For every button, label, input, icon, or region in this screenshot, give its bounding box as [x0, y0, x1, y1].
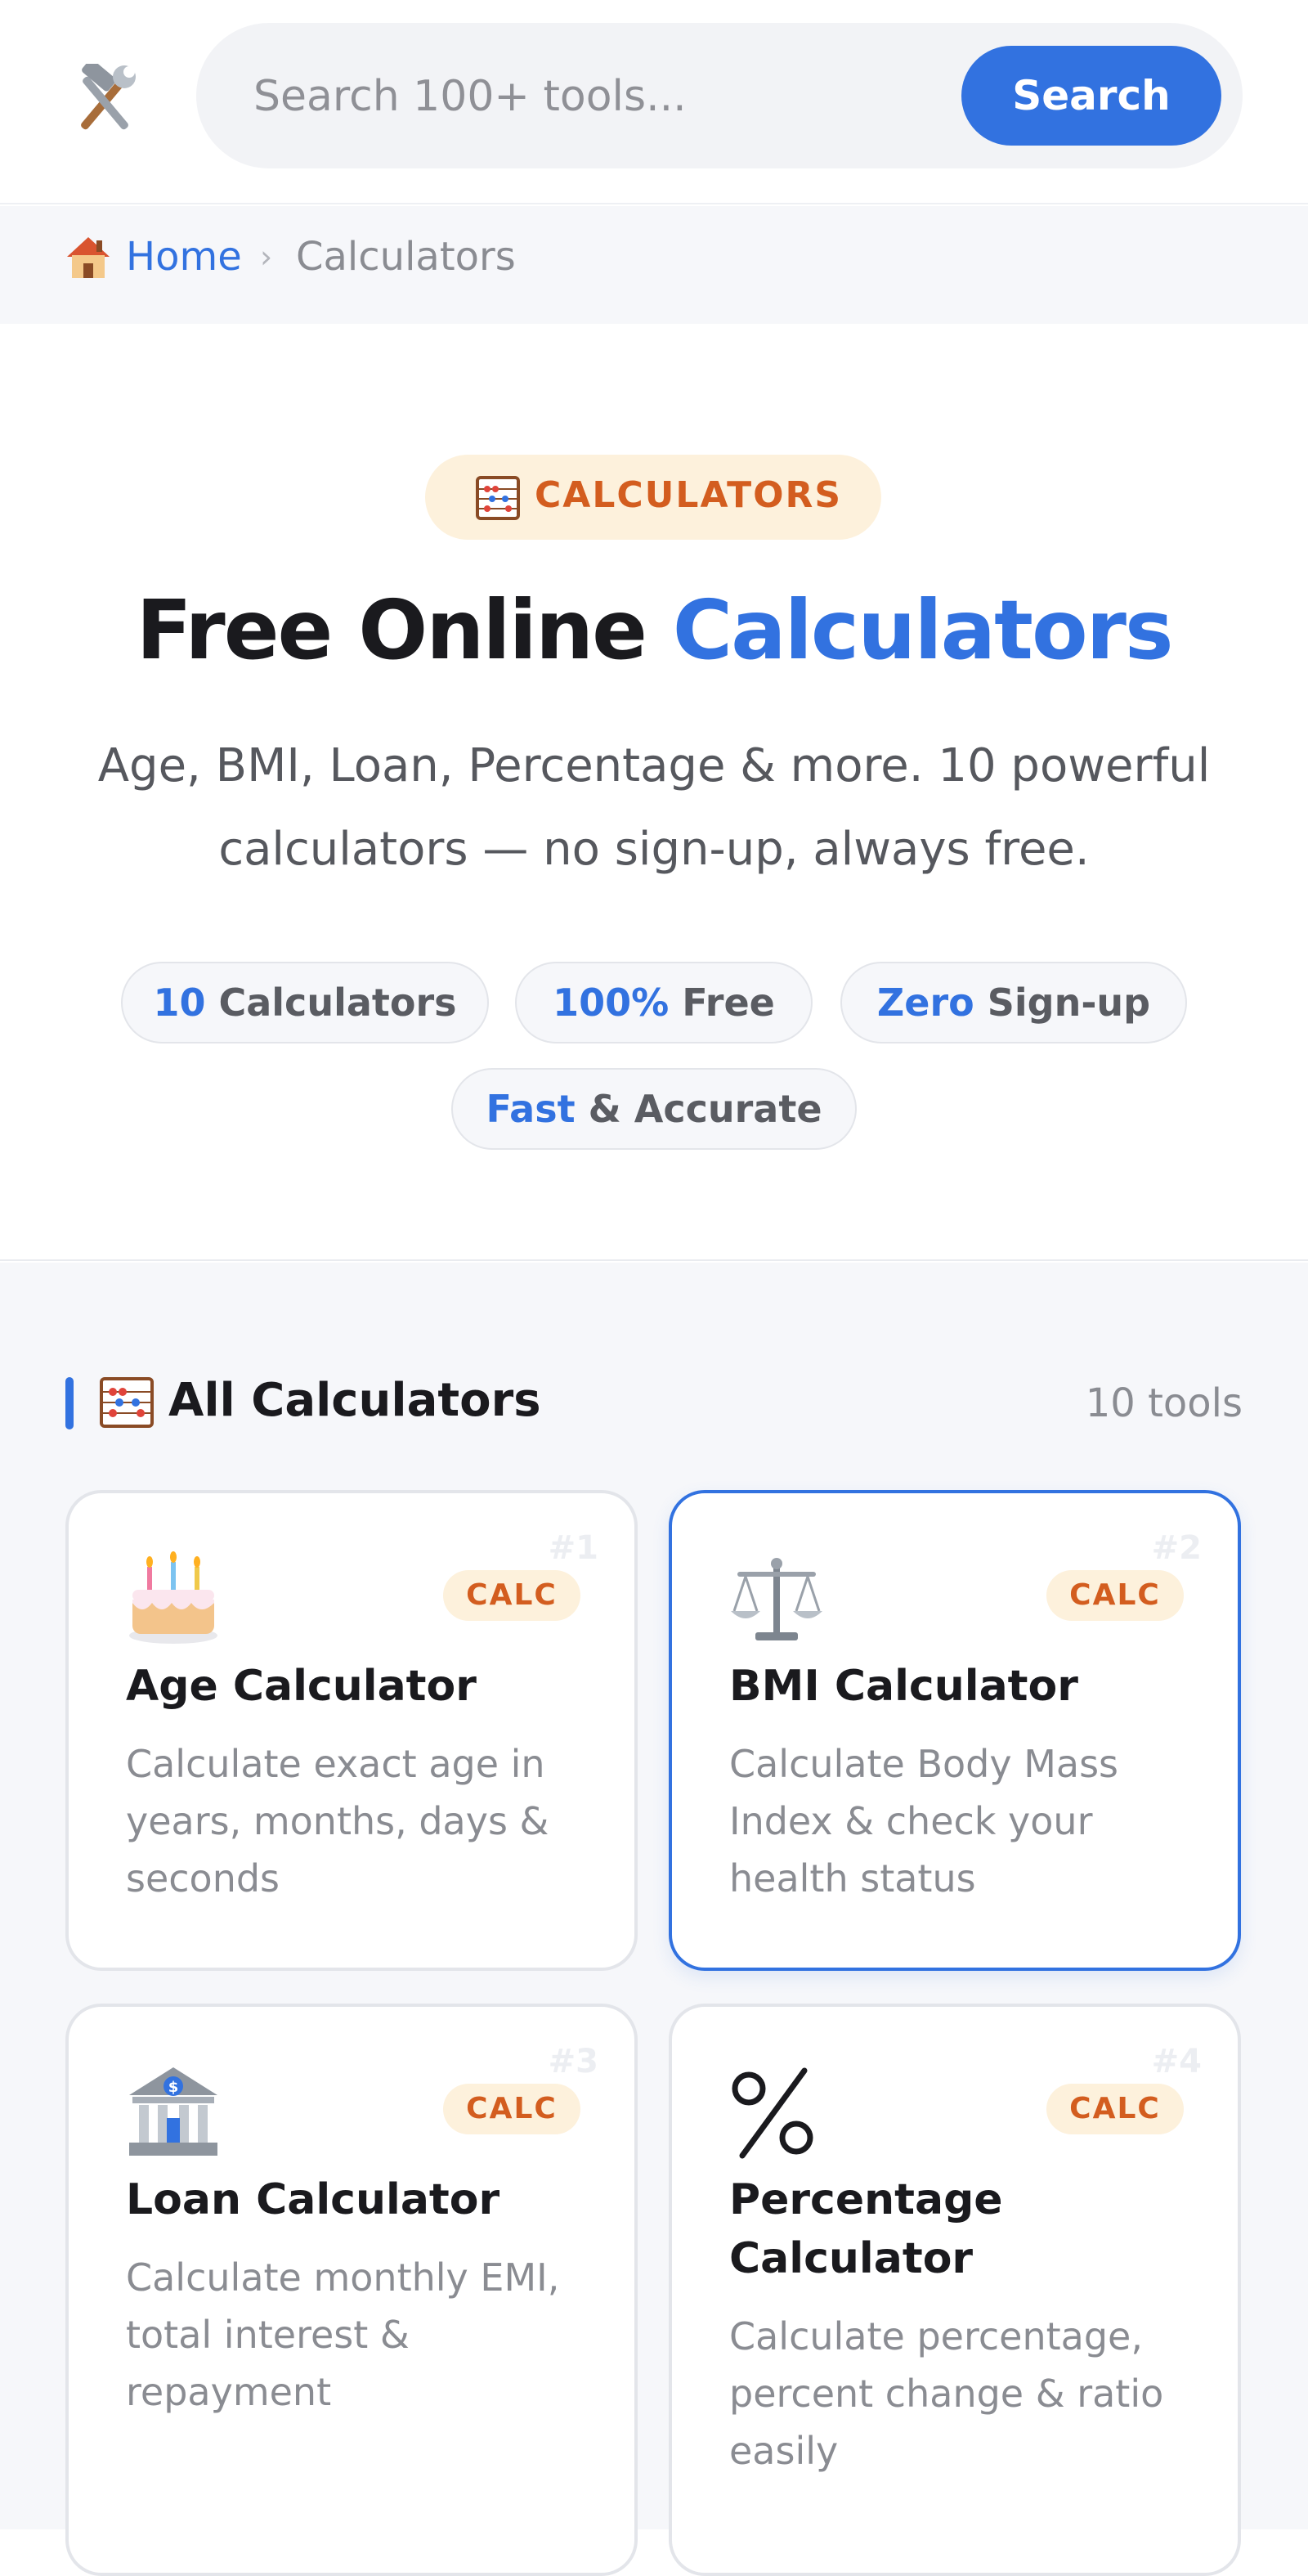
card-description: Calculate percentage, percent change & r…	[729, 2314, 1164, 2473]
search-bar: Search	[196, 23, 1243, 168]
stat-label: Free	[669, 981, 775, 1025]
breadcrumb-home-link[interactable]: Home	[126, 234, 242, 280]
card-description: Calculate exact age in years, months, da…	[126, 1742, 549, 1901]
tool-count: 10 tools	[1085, 1380, 1243, 1426]
card-tag: CALC	[443, 1570, 580, 1621]
title-accent: Calculators	[672, 582, 1174, 678]
section-title: All Calculators	[168, 1374, 541, 1427]
stat-label: Calculators	[205, 981, 457, 1025]
stat-label: Sign-up	[974, 981, 1151, 1025]
search-input[interactable]	[253, 56, 956, 137]
card-number: #2	[1151, 1529, 1202, 1567]
page-subtitle: Age, BMI, Loan, Percentage & more. 10 po…	[82, 725, 1226, 891]
page-title: Free Online Calculators	[0, 582, 1308, 678]
svg-text:$: $	[168, 2079, 179, 2096]
card-description: Calculate Body Mass Index & check your h…	[729, 1742, 1119, 1901]
percent-icon	[732, 2067, 813, 2159]
card-number: #1	[548, 1529, 598, 1567]
stat-badge: Fast & Accurate	[451, 1068, 857, 1150]
abacus-icon	[476, 476, 520, 520]
abacus-icon	[100, 1377, 154, 1428]
stat-badge: 100% Free	[515, 962, 813, 1043]
card-tag: CALC	[1046, 1570, 1184, 1621]
stat-value: Zero	[876, 981, 974, 1025]
stat-value: Fast	[486, 1087, 576, 1131]
search-button[interactable]: Search	[961, 46, 1221, 146]
tool-card-age-calculator[interactable]: #1 CALC Age Calculator Calculate exact a…	[65, 1490, 638, 1971]
balance-scale-icon	[731, 1558, 822, 1640]
bank-icon: $	[129, 2067, 217, 2156]
tool-card-bmi-calculator[interactable]: #2 CALC BMI Calculator Calculate Body Ma…	[669, 1490, 1241, 1971]
site-header: Search	[0, 0, 1308, 204]
house-icon[interactable]	[64, 232, 113, 281]
card-description: Calculate monthly EMI, total interest & …	[126, 2255, 560, 2414]
hammer-and-wrench-icon[interactable]	[64, 64, 146, 137]
card-number: #3	[548, 2043, 598, 2080]
subtitle-line-1: Age, BMI, Loan, Percentage & more. 10 po…	[97, 739, 1211, 792]
card-number: #4	[1151, 2043, 1202, 2080]
card-title: Loan Calculator	[126, 2175, 500, 2224]
stat-label: & Accurate	[575, 1087, 822, 1131]
subtitle-line-2: calculators — no sign-up, always free.	[218, 823, 1090, 876]
breadcrumb-separator: ›	[260, 239, 273, 275]
card-title: Percentage Calculator	[729, 2175, 1003, 2283]
tool-card-percentage-calculator[interactable]: #4 CALC Percentage Calculator Calculate …	[669, 2004, 1241, 2576]
card-title: BMI Calculator	[729, 1662, 1078, 1711]
card-tag: CALC	[443, 2084, 580, 2134]
stat-value: 100%	[553, 981, 670, 1025]
breadcrumb-current: Calculators	[296, 234, 516, 280]
stat-badge: Zero Sign-up	[840, 962, 1187, 1043]
title-plain: Free Online	[136, 582, 673, 678]
category-pill-label: CALCULATORS	[535, 474, 843, 516]
stat-value: 10	[153, 981, 206, 1025]
card-tag: CALC	[1046, 2084, 1184, 2134]
card-title: Age Calculator	[126, 1662, 477, 1711]
stat-badge: 10 Calculators	[121, 962, 489, 1043]
birthday-cake-icon	[129, 1551, 217, 1644]
section-accent-bar	[65, 1377, 74, 1429]
tool-card-loan-calculator[interactable]: #3 $ CALC Loan Calculator Calculate mont…	[65, 2004, 638, 2576]
